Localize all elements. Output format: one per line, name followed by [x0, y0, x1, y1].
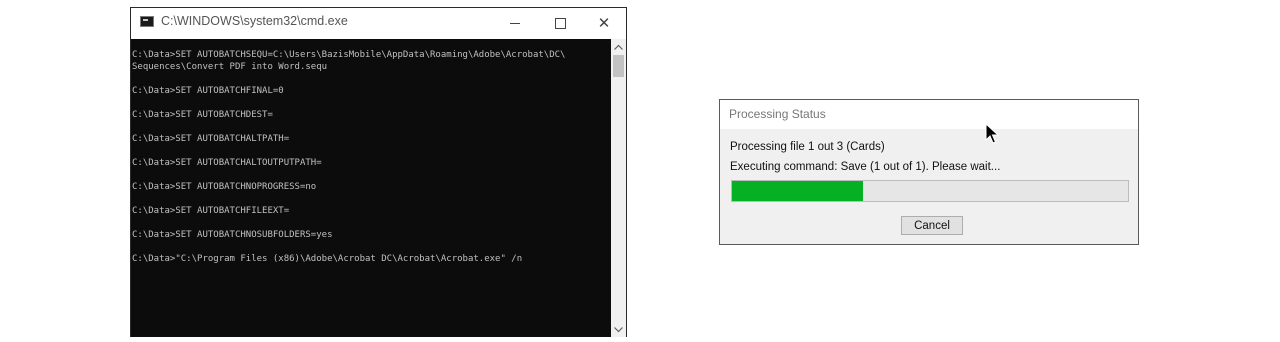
console-line: C:\Data>SET AUTOBATCHFINAL=0 — [132, 86, 284, 96]
cmd-titlebar[interactable]: C:\WINDOWS\system32\cmd.exe ✕ — [131, 8, 626, 38]
minimize-icon — [510, 22, 520, 24]
scroll-down-button[interactable] — [611, 322, 626, 337]
progress-bar — [731, 180, 1129, 202]
maximize-button[interactable] — [537, 8, 583, 38]
console-line: C:\Data>SET AUTOBATCHSEQU=C:\Users\Bazis… — [132, 50, 566, 60]
mouse-pointer-icon — [985, 123, 999, 144]
chevron-up-icon — [614, 44, 623, 50]
console-line: C:\Data>SET AUTOBATCHDEST= — [132, 110, 273, 120]
executing-command-status: Executing command: Save (1 out of 1). Pl… — [730, 161, 1001, 173]
scroll-thumb[interactable] — [613, 55, 624, 77]
dialog-titlebar[interactable]: Processing Status — [720, 100, 1138, 129]
processing-status-dialog: Processing Status Processing file 1 out … — [719, 99, 1139, 245]
maximize-icon — [554, 17, 566, 29]
console-line: C:\Data>SET AUTOBATCHALTOUTPUTPATH= — [132, 158, 322, 168]
cmd-window: C:\WINDOWS\system32\cmd.exe ✕ C:\Data>SE… — [130, 7, 627, 337]
console-line: C:\Data>SET AUTOBATCHNOSUBFOLDERS=yes — [132, 230, 333, 240]
console-line: C:\Data>"C:\Program Files (x86)\Adobe\Ac… — [132, 254, 523, 264]
cmd-window-title: C:\WINDOWS\system32\cmd.exe — [161, 14, 348, 28]
minimize-button[interactable] — [492, 8, 538, 38]
cancel-button[interactable]: Cancel — [901, 216, 963, 235]
dialog-title: Processing Status — [729, 107, 826, 121]
close-button[interactable]: ✕ — [581, 8, 627, 38]
console-line: C:\Data>SET AUTOBATCHALTPATH= — [132, 134, 290, 144]
chevron-down-icon — [614, 326, 623, 332]
console-scrollbar[interactable] — [611, 39, 626, 337]
console-output[interactable]: C:\Data>SET AUTOBATCHSEQU=C:\Users\Bazis… — [131, 39, 611, 337]
processing-file-status: Processing file 1 out 3 (Cards) — [730, 141, 885, 153]
console-line: C:\Data>SET AUTOBATCHNOPROGRESS=no — [132, 182, 317, 192]
console-line: Sequences\Convert PDF into Word.sequ — [132, 62, 328, 72]
scroll-up-button[interactable] — [611, 39, 626, 54]
progress-bar-fill — [732, 181, 863, 201]
console-line: C:\Data>SET AUTOBATCHFILEEXT= — [132, 206, 290, 216]
console-text: C:\Data>SET AUTOBATCHSEQU=C:\Users\Bazis… — [131, 39, 611, 265]
close-icon: ✕ — [597, 13, 611, 32]
cmd-app-icon — [140, 16, 154, 27]
